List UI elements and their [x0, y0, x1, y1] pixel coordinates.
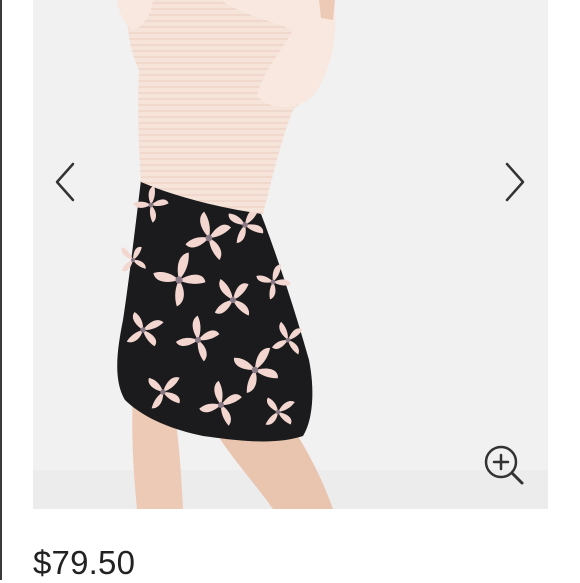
zoom-image-button[interactable] — [481, 442, 525, 486]
product-image-gallery[interactable] — [33, 0, 548, 509]
product-price: $79.50 — [33, 544, 136, 581]
next-image-button[interactable] — [495, 162, 535, 202]
chevron-left-icon — [55, 162, 75, 202]
left-edge-rule — [0, 0, 2, 580]
previous-image-button[interactable] — [45, 162, 85, 202]
product-photo — [33, 0, 548, 509]
zoom-in-icon — [484, 445, 524, 485]
chevron-right-icon — [505, 162, 525, 202]
